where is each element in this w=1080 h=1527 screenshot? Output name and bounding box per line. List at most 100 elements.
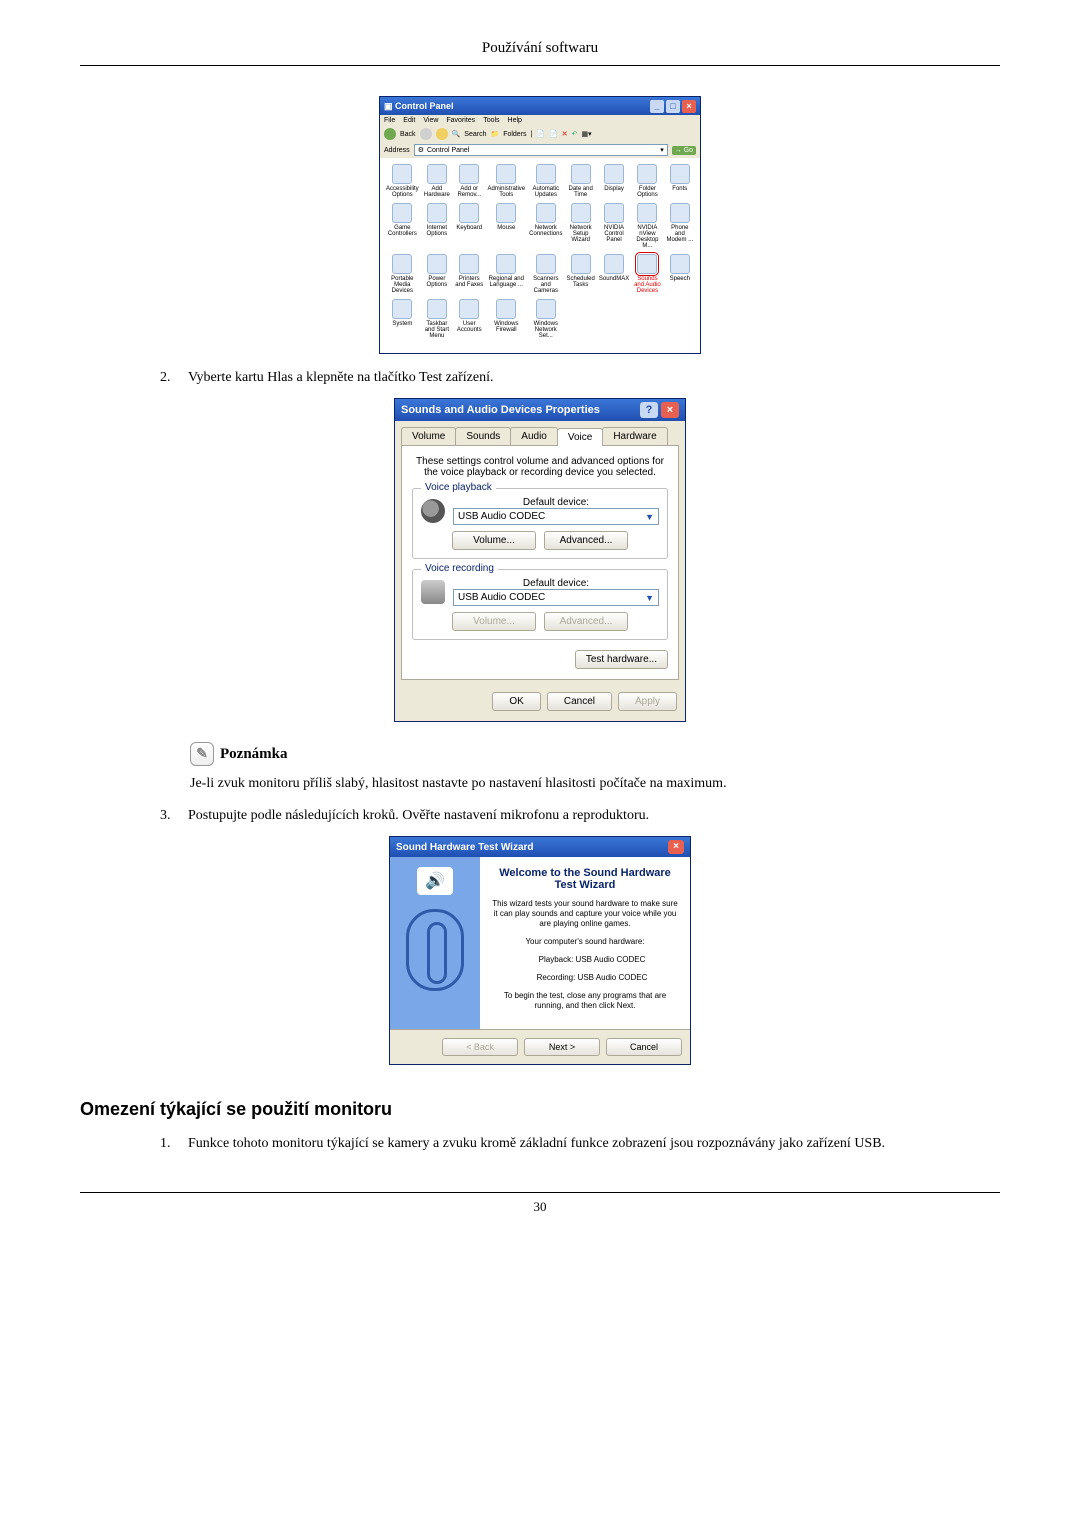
tab-hardware[interactable]: Hardware [602, 427, 667, 445]
control-panel-item[interactable]: Portable Media Devices [386, 254, 419, 295]
forward-icon[interactable] [420, 128, 432, 140]
cp-item-icon [392, 254, 412, 274]
help-button[interactable]: ? [640, 402, 658, 418]
control-panel-item[interactable]: SoundMAX [599, 254, 629, 295]
test-hardware-button[interactable]: Test hardware... [575, 650, 668, 669]
delete-icon[interactable]: ✕ [562, 130, 568, 138]
control-panel-item[interactable]: Automatic Updates [529, 164, 562, 199]
folders-label[interactable]: Folders [503, 131, 526, 138]
menu-edit[interactable]: Edit [403, 117, 415, 124]
close-button[interactable]: × [682, 100, 696, 113]
control-panel-item[interactable]: Printers and Faxes [455, 254, 483, 295]
dropdown-icon[interactable]: ▾ [660, 146, 664, 154]
control-panel-item[interactable]: Network Connections [529, 203, 562, 250]
control-panel-item[interactable]: Date and Time [566, 164, 594, 199]
chevron-down-icon: ▼ [645, 593, 654, 603]
control-panel-item[interactable]: NVIDIA Control Panel [599, 203, 629, 250]
menu-help[interactable]: Help [508, 117, 522, 124]
dialog-title: Sounds and Audio Devices Properties [401, 404, 600, 416]
copy-icon[interactable]: 📄 [549, 130, 558, 138]
shield-icon: ▣ [384, 101, 393, 112]
tab-sounds[interactable]: Sounds [455, 427, 511, 445]
control-panel-item[interactable]: Mouse [487, 203, 525, 250]
menu-view[interactable]: View [423, 117, 438, 124]
microphone-icon [406, 909, 464, 991]
control-panel-item[interactable]: Internet Options [423, 203, 451, 250]
control-panel-item[interactable]: Administrative Tools [487, 164, 525, 199]
address-bar: Address ⚙ Control Panel ▾ → Go [380, 142, 700, 158]
folders-icon[interactable]: 📁 [490, 130, 499, 138]
tab-voice[interactable]: Voice [557, 428, 603, 446]
control-panel-item[interactable]: Display [599, 164, 629, 199]
menu-file[interactable]: File [384, 117, 395, 124]
address-field[interactable]: ⚙ Control Panel ▾ [414, 144, 668, 156]
recording-device-combo[interactable]: USB Audio CODEC ▼ [453, 589, 659, 606]
cp-item-label: Accessibility Options [386, 186, 419, 199]
page-number: 30 [80, 1192, 1000, 1215]
views-icon[interactable]: ▦▾ [582, 130, 592, 138]
cp-item-icon [536, 164, 556, 184]
apply-button: Apply [618, 692, 677, 711]
undo-icon[interactable]: ↶ [572, 130, 578, 138]
ok-button[interactable]: OK [492, 692, 540, 711]
control-panel-item[interactable]: User Accounts [455, 299, 483, 340]
control-panel-item[interactable]: Fonts [666, 164, 694, 199]
control-panel-item[interactable]: Speech [666, 254, 694, 295]
control-panel-item[interactable]: Taskbar and Start Menu [423, 299, 451, 340]
maximize-button[interactable]: □ [666, 100, 680, 113]
step-number: 3. [160, 808, 188, 824]
cp-item-icon [571, 203, 591, 223]
control-panel-item[interactable]: Scheduled Tasks [566, 254, 594, 295]
control-panel-item[interactable]: System [386, 299, 419, 340]
cp-item-label: Scanners and Cameras [529, 276, 562, 295]
cp-item-icon [670, 254, 690, 274]
back-icon[interactable] [384, 128, 396, 140]
search-icon[interactable]: 🔍 [452, 130, 461, 138]
control-panel-item[interactable]: Sounds and Audio Devices [633, 254, 661, 295]
recording-volume-button: Volume... [452, 612, 536, 631]
back-label[interactable]: Back [400, 131, 416, 138]
close-button[interactable]: × [661, 402, 679, 418]
menu-bar[interactable]: File Edit View Favorites Tools Help [380, 115, 700, 126]
cp-item-icon [670, 203, 690, 223]
cancel-button[interactable]: Cancel [606, 1038, 682, 1056]
control-panel-item[interactable]: Add Hardware [423, 164, 451, 199]
playback-advanced-button[interactable]: Advanced... [544, 531, 628, 550]
control-panel-item[interactable]: Scanners and Cameras [529, 254, 562, 295]
cp-item-icon [536, 254, 556, 274]
cancel-button[interactable]: Cancel [547, 692, 612, 711]
cp-item-icon [536, 203, 556, 223]
playback-device-combo[interactable]: USB Audio CODEC ▼ [453, 508, 659, 525]
menu-favorites[interactable]: Favorites [446, 117, 475, 124]
playback-volume-button[interactable]: Volume... [452, 531, 536, 550]
speaker-icon: 🔊 [417, 867, 453, 895]
control-panel-item[interactable]: Game Controllers [386, 203, 419, 250]
minimize-button[interactable]: _ [650, 100, 664, 113]
control-panel-item[interactable]: Windows Firewall [487, 299, 525, 340]
move-icon[interactable]: 📄 [536, 130, 545, 138]
menu-tools[interactable]: Tools [483, 117, 499, 124]
control-panel-item[interactable]: Power Options [423, 254, 451, 295]
control-panel-item[interactable]: Keyboard [455, 203, 483, 250]
cp-item-icon [392, 164, 412, 184]
control-panel-window: ▣ Control Panel _ □ × File Edit View Fav… [379, 96, 701, 354]
control-panel-item[interactable]: Add or Remov... [455, 164, 483, 199]
sound-hardware-wizard: Sound Hardware Test Wizard × 🔊 Welcome t… [389, 836, 691, 1065]
control-panel-item[interactable]: Network Setup Wizard [566, 203, 594, 250]
close-button[interactable]: × [668, 840, 684, 854]
control-panel-item[interactable]: Windows Network Set... [529, 299, 562, 340]
cp-item-icon [427, 203, 447, 223]
tab-audio[interactable]: Audio [510, 427, 558, 445]
up-icon[interactable] [436, 128, 448, 140]
next-button[interactable]: Next > [524, 1038, 600, 1056]
control-panel-item[interactable]: Folder Options [633, 164, 661, 199]
voice-recording-group: Voice recording Default device: USB Audi… [412, 569, 668, 640]
chevron-down-icon: ▼ [645, 512, 654, 522]
search-label[interactable]: Search [464, 131, 486, 138]
control-panel-item[interactable]: Accessibility Options [386, 164, 419, 199]
tab-volume[interactable]: Volume [401, 427, 456, 445]
control-panel-item[interactable]: NVIDIA nView Desktop M... [633, 203, 661, 250]
go-button[interactable]: → Go [672, 146, 696, 155]
control-panel-item[interactable]: Regional and Language ... [487, 254, 525, 295]
control-panel-item[interactable]: Phone and Modem ... [666, 203, 694, 250]
